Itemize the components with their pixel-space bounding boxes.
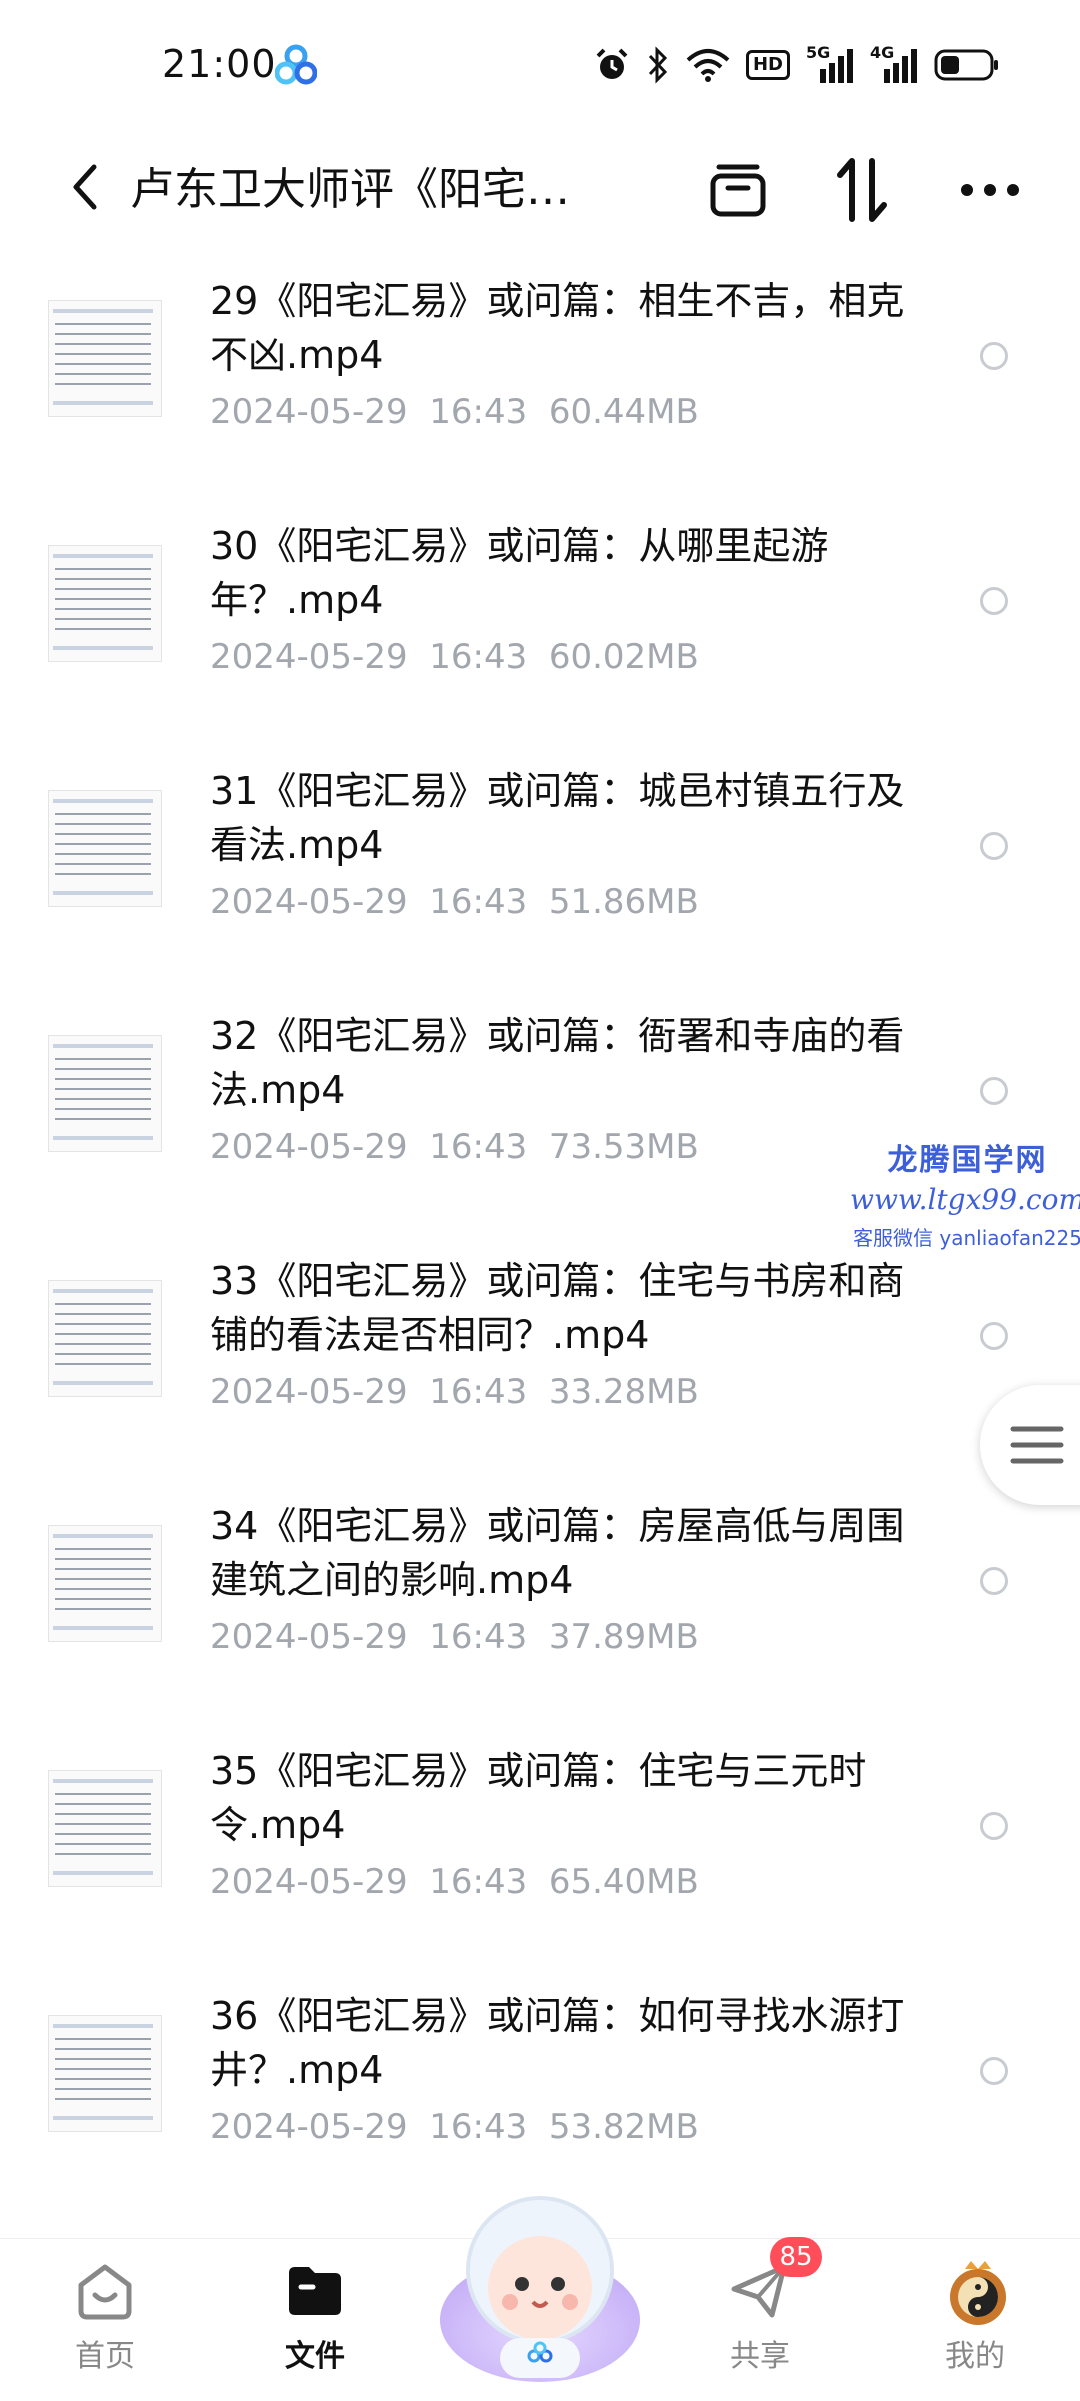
file-thumbnail [48,1280,162,1397]
list-item[interactable]: 35《阳宅汇易》或问篇：住宅与三元时令.mp4 2024-05-29 16:43… [0,1730,1080,1975]
nav-home[interactable]: 首页 [35,2259,175,2375]
select-radio[interactable] [980,2057,1008,2085]
nav-files-label: 文件 [285,2339,345,2374]
sort-button[interactable] [822,150,902,230]
back-button[interactable] [50,152,120,222]
file-meta: 2024-05-29 16:43 53.82MB [210,2107,699,2147]
alarm-icon [596,48,628,79]
more-icon [961,184,1019,196]
file-meta: 2024-05-29 16:43 37.89MB [210,1617,699,1657]
nav-share[interactable]: 85 共享 [690,2237,830,2375]
select-radio[interactable] [980,832,1008,860]
hd-icon: HD [745,50,790,80]
chevron-left-icon [73,164,97,210]
share-badge: 85 [770,2237,822,2277]
home-icon [78,2264,132,2320]
assistant-mascot-icon[interactable] [430,2170,650,2390]
file-name: 31《阳宅汇易》或问篇：城邑村镇五行及看法.mp4 [210,769,905,867]
signal-4g-label: 4G [870,43,895,62]
file-name: 29《阳宅汇易》或问篇：相生不吉，相克不凶.mp4 [210,279,905,377]
nav-mine-label: 我的 [945,2339,1005,2374]
nav-share-label: 共享 [730,2339,790,2374]
file-thumbnail [48,1035,162,1152]
status-time: 21:00 [162,42,277,86]
file-meta: 2024-05-29 16:43 60.44MB [210,392,699,432]
status-bar: 21:00 HD 5G 4G [0,0,1080,130]
file-meta: 2024-05-29 16:43 73.53MB [210,1127,699,1167]
watermark-contact: 客服微信 yanliaofan225 [853,1226,1080,1250]
folder-box-icon [710,164,766,217]
file-name: 34《阳宅汇易》或问篇：房屋高低与周围建筑之间的影响.mp4 [210,1504,905,1602]
list-item[interactable]: 31《阳宅汇易》或问篇：城邑村镇五行及看法.mp4 2024-05-29 16:… [0,750,1080,995]
select-radio[interactable] [980,1567,1008,1595]
select-radio[interactable] [980,587,1008,615]
list-item[interactable]: 34《阳宅汇易》或问篇：房屋高低与周围建筑之间的影响.mp4 2024-05-2… [0,1485,1080,1730]
nav-home-label: 首页 [75,2339,135,2374]
more-button[interactable] [950,150,1030,230]
file-thumbnail [48,1525,162,1642]
file-name: 35《阳宅汇易》或问篇：住宅与三元时令.mp4 [210,1749,867,1847]
menu-icon [1010,1426,1064,1464]
file-thumbnail [48,2015,162,2132]
nav-files[interactable]: 文件 [245,2259,385,2375]
file-name: 32《阳宅汇易》或问篇：衙署和寺庙的看法.mp4 [210,1014,905,1112]
list-item[interactable]: 29《阳宅汇易》或问篇：相生不吉，相克不凶.mp4 2024-05-29 16:… [0,260,1080,505]
list-item[interactable]: 30《阳宅汇易》或问篇：从哪里起游年？.mp4 2024-05-29 16:43… [0,505,1080,750]
file-thumbnail [48,1770,162,1887]
file-meta: 2024-05-29 16:43 33.28MB [210,1372,699,1412]
select-radio[interactable] [980,342,1008,370]
select-radio[interactable] [980,1322,1008,1350]
file-thumbnail [48,300,162,417]
signal-4g-icon: 4G [870,43,918,83]
file-meta: 2024-05-29 16:43 51.86MB [210,882,699,922]
signal-5g-label: 5G [806,43,831,62]
collect-button[interactable] [698,150,778,230]
list-item[interactable]: 33《阳宅汇易》或问篇：住宅与书房和商铺的看法是否相同？.mp4 2024-05… [0,1240,1080,1485]
signal-5g-icon: 5G [806,43,854,83]
file-meta: 2024-05-29 16:43 60.02MB [210,637,699,677]
select-radio[interactable] [980,1077,1008,1105]
file-name: 30《阳宅汇易》或问篇：从哪里起游年？.mp4 [210,524,829,622]
file-thumbnail [48,790,162,907]
file-thumbnail [48,545,162,662]
battery-icon [934,49,998,81]
select-radio[interactable] [980,1812,1008,1840]
watermark-site-name: 龙腾国学网 [887,1143,1048,1178]
watermark-url: www.ltgx99.com [850,1183,1080,1216]
file-name: 36《阳宅汇易》或问篇：如何寻找水源打井？.mp4 [210,1994,905,2092]
nav-mine[interactable]: 我的 [905,2259,1045,2375]
header: 卢东卫大师评《阳宅… [0,130,1080,250]
wifi-icon [686,49,730,82]
cloud-app-icon [275,44,317,85]
watermark: 龙腾国学网 www.ltgx99.com 客服微信 yanliaofan225 [850,1135,1080,1251]
bluetooth-icon [648,46,668,84]
user-avatar-icon [950,2261,1006,2325]
folder-icon [289,2267,341,2315]
page-title: 卢东卫大师评《阳宅… [130,164,570,215]
sort-icon [837,158,887,222]
file-name: 33《阳宅汇易》或问篇：住宅与书房和商铺的看法是否相同？.mp4 [210,1259,905,1357]
file-meta: 2024-05-29 16:43 65.40MB [210,1862,699,1902]
